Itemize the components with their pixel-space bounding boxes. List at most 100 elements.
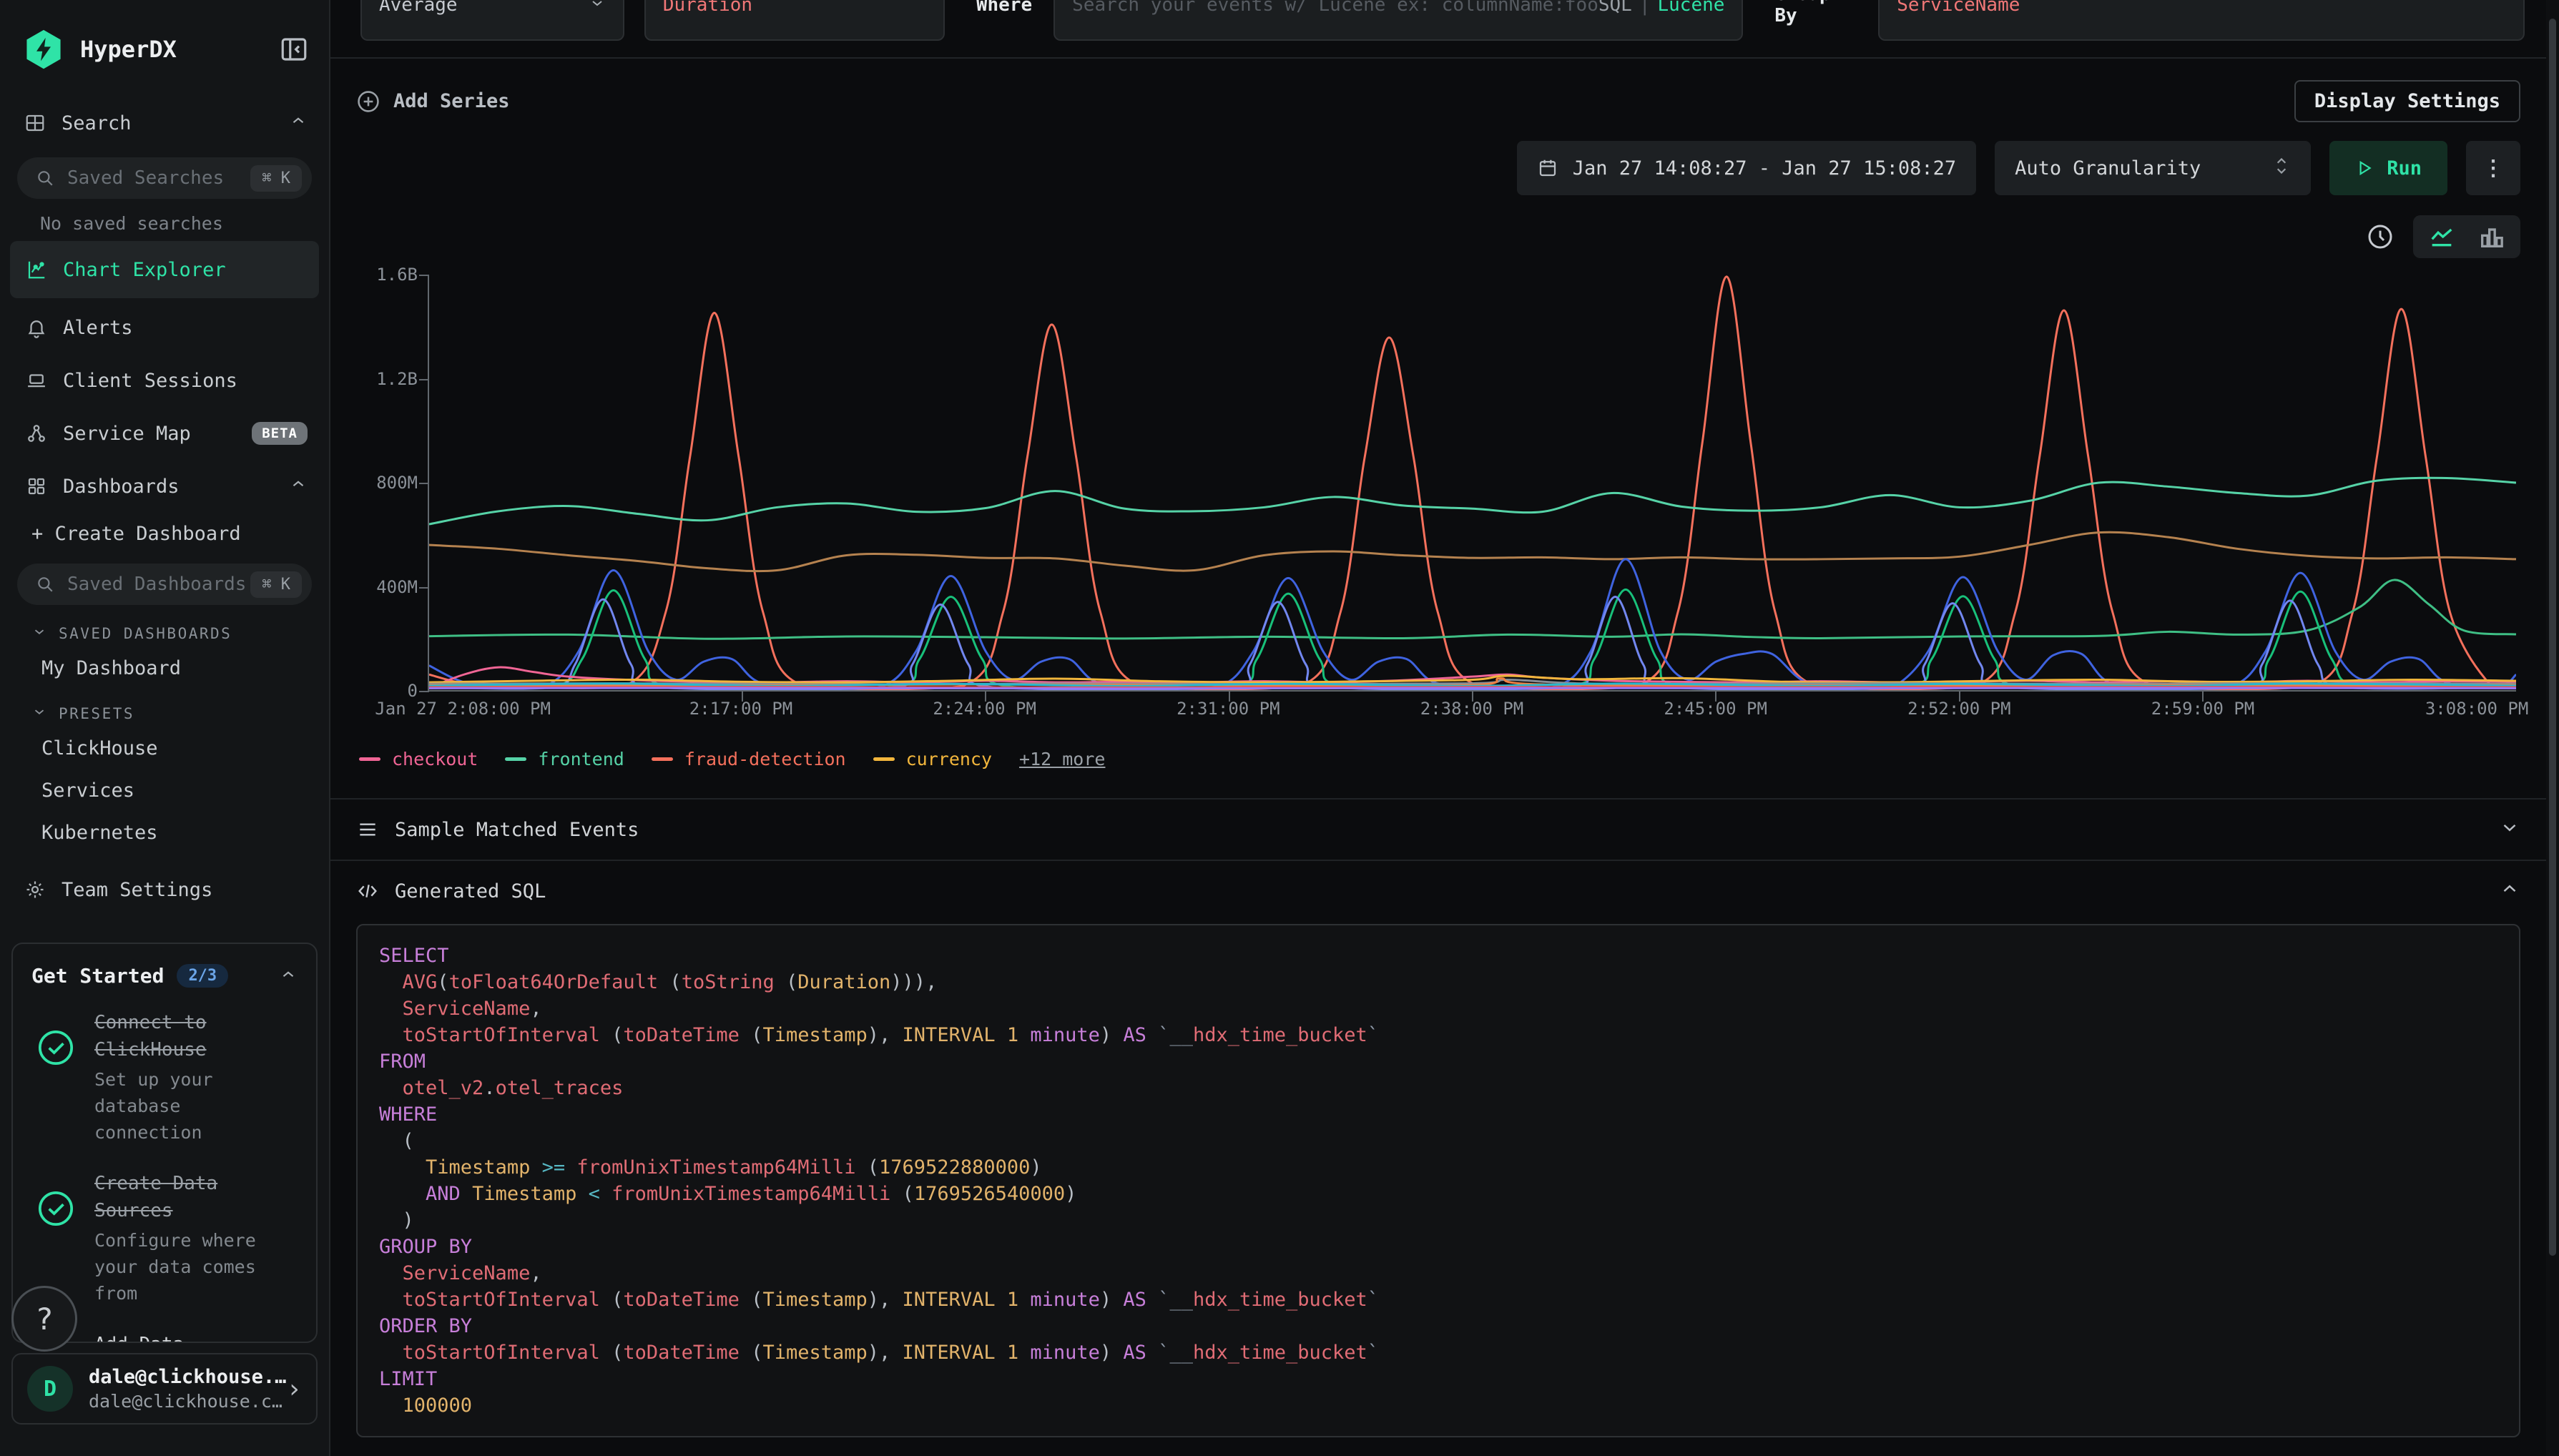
presets-group[interactable]: PRESETS	[0, 689, 329, 727]
sql-line: LIMIT	[379, 1366, 2497, 1392]
line-chart-icon[interactable]	[2426, 222, 2457, 251]
beta-badge: BETA	[252, 422, 308, 445]
time-history-icon[interactable]	[2366, 222, 2395, 251]
legend-swatch	[359, 757, 380, 761]
sql-line: ORDER BY	[379, 1313, 2497, 1339]
where-label: Where	[976, 0, 1032, 16]
get-started-item-title: Add Data	[94, 1331, 275, 1343]
chevron-down-icon	[2499, 817, 2520, 843]
sidebar-section-search[interactable]: Search	[0, 97, 329, 149]
search-icon	[36, 575, 54, 594]
shortcut-badge: ⌘ K	[250, 571, 302, 598]
generated-sql-code[interactable]: SELECT AVG(toFloat64OrDefault (toString …	[356, 924, 2520, 1437]
aggregation-value: Average	[379, 0, 458, 16]
get-started-progress-badge: 2/3	[177, 964, 228, 988]
bar-chart-icon[interactable]	[2476, 222, 2508, 251]
saved-searches-placeholder: Saved Searches	[67, 167, 250, 189]
sidebar-item-my-dashboard[interactable]: My Dashboard	[0, 647, 329, 689]
sidebar-item-kubernetes[interactable]: Kubernetes	[0, 812, 329, 854]
legend-swatch	[505, 757, 526, 761]
sidebar-item-chart-explorer[interactable]: Chart Explorer	[10, 241, 319, 298]
date-range-picker[interactable]: Jan 27 14:08:27 - Jan 27 15:08:27	[1517, 141, 1976, 195]
app-title: HyperDX	[80, 36, 279, 63]
saved-searches-input[interactable]: Saved Searches ⌘ K	[17, 157, 312, 199]
sidebar-item-services[interactable]: Services	[0, 769, 329, 812]
search-icon	[36, 169, 54, 187]
sql-line: AVG(toFloat64OrDefault (toString (Durati…	[379, 969, 2497, 995]
group-label: SAVED DASHBOARDS	[59, 625, 232, 642]
sql-line: otel_v2.otel_traces	[379, 1075, 2497, 1101]
chevron-up-icon	[289, 112, 308, 135]
create-dashboard-button[interactable]: + Create Dashboard	[0, 513, 329, 555]
series-(unlabeled)	[429, 580, 2516, 639]
check-circle-icon	[36, 1189, 76, 1229]
add-series-button[interactable]: Add Series	[356, 89, 510, 114]
check-circle-icon	[36, 1028, 76, 1068]
sidebar: HyperDX Search Saved Searches ⌘ K No sav…	[0, 0, 330, 1456]
legend-item-frontend[interactable]: frontend	[505, 749, 624, 769]
run-button[interactable]: Run	[2329, 141, 2447, 195]
scrollbar-thumb[interactable]	[2549, 19, 2556, 1256]
legend-item-currency[interactable]: currency	[873, 749, 992, 769]
legend-more-link[interactable]: +12 more	[1019, 749, 1105, 769]
sidebar-item-client-sessions[interactable]: Client Sessions	[0, 354, 329, 407]
language-toggle-separator: |	[1632, 0, 1658, 16]
language-toggle-lucene[interactable]: Lucene	[1657, 0, 1724, 16]
saved-dashboards-input[interactable]: Saved Dashboards ⌘ K	[17, 564, 312, 605]
get-started-item[interactable]: Create Data Sources Configure where your…	[31, 1170, 298, 1307]
sample-matched-events-section[interactable]: Sample Matched Events	[330, 800, 2546, 860]
sql-line: toStartOfInterval (toDateTime (Timestamp…	[379, 1022, 2497, 1048]
collapse-sidebar-icon[interactable]	[279, 34, 309, 64]
language-toggle-sql[interactable]: SQL	[1598, 0, 1632, 16]
plus-circle-icon	[356, 89, 380, 114]
gear-icon	[24, 879, 46, 900]
help-label: ?	[35, 1302, 53, 1337]
sidebar-item-team-settings[interactable]: Team Settings	[0, 864, 329, 915]
group-by-input[interactable]: ServiceName	[1878, 0, 2525, 41]
sql-line: GROUP BY	[379, 1234, 2497, 1260]
chevron-up-icon[interactable]	[279, 965, 298, 987]
chart-plot-area[interactable]	[428, 275, 2516, 692]
sidebar-item-label: Dashboards	[63, 476, 289, 498]
where-search-input[interactable]: Search your events w/ Lucene ex: columnN…	[1053, 0, 1743, 41]
generated-sql-section[interactable]: Generated SQL	[330, 861, 2546, 921]
main-area: Average Duration Where Search your event…	[330, 0, 2546, 1456]
sidebar-item-dashboards[interactable]: Dashboards	[0, 460, 329, 513]
chart-series-svg	[429, 275, 2516, 690]
get-started-title: Get Started	[31, 964, 164, 988]
legend-item-checkout[interactable]: checkout	[359, 749, 478, 769]
chevron-right-icon: ›	[286, 1374, 302, 1404]
no-saved-searches-text: No saved searches	[0, 203, 329, 238]
field-input[interactable]: Duration	[644, 0, 945, 41]
page-scrollbar[interactable]	[2546, 0, 2559, 1456]
generated-sql-label: Generated SQL	[395, 880, 546, 902]
granularity-select[interactable]: Auto Granularity	[1995, 141, 2311, 195]
sql-line: FROM	[379, 1048, 2497, 1075]
sql-line: SELECT	[379, 943, 2497, 969]
sidebar-item-service-map[interactable]: Service Map BETA	[0, 407, 329, 460]
user-menu[interactable]: D dale@clickhouse.… dale@clickhouse.c… ›	[11, 1353, 318, 1425]
more-options-button[interactable]: ⋮	[2466, 141, 2520, 195]
bell-icon	[26, 317, 47, 338]
legend-label: checkout	[392, 749, 478, 769]
x-axis-label: 2:59:00 PM	[2151, 699, 2255, 719]
user-email: dale@clickhouse.c…	[89, 1391, 286, 1412]
shortcut-badge: ⌘ K	[250, 165, 302, 192]
legend-label: frontend	[538, 749, 624, 769]
timeseries-chart[interactable]: 0400M800M1.2B1.6B	[356, 275, 2520, 692]
sql-line: WHERE	[379, 1101, 2497, 1128]
sidebar-item-alerts[interactable]: Alerts	[0, 301, 329, 354]
display-settings-button[interactable]: Display Settings	[2294, 80, 2520, 122]
get-started-item[interactable]: Connect to ClickHouse Set up your databa…	[31, 1009, 298, 1146]
legend-item-fraud-detection[interactable]: fraud-detection	[652, 749, 846, 769]
sidebar-item-clickhouse[interactable]: ClickHouse	[0, 727, 329, 769]
y-axis-label: 1.6B	[356, 265, 418, 285]
legend-swatch	[652, 757, 673, 761]
help-button[interactable]: ?	[11, 1286, 77, 1352]
chevron-down-icon	[31, 704, 47, 723]
table-icon	[24, 112, 46, 134]
laptop-icon	[26, 370, 47, 391]
aggregation-select[interactable]: Average	[360, 0, 624, 41]
saved-dashboards-group[interactable]: SAVED DASHBOARDS	[0, 609, 329, 647]
sidebar-header: HyperDX	[0, 0, 329, 77]
